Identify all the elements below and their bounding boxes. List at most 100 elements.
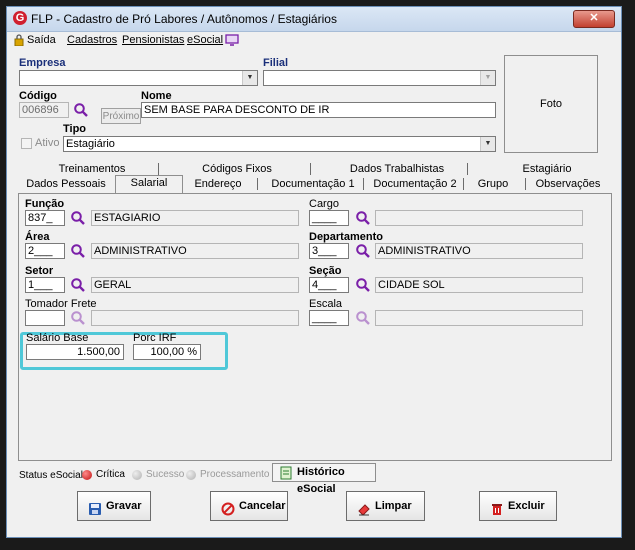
menu-cadastros[interactable]: Cadastros [67,34,117,46]
escala-code-input[interactable]: ____ [309,310,349,326]
codigo-input[interactable]: 006896 [19,102,69,118]
tab-documentacao-2[interactable]: Documentação 2 [373,177,457,191]
close-button[interactable]: ✕ [573,10,615,28]
menu-pensionistas[interactable]: Pensionistas [122,34,184,46]
tab-separator [363,178,364,190]
tab-estagiario[interactable]: Estagiário [507,162,587,176]
search-icon[interactable] [355,243,371,259]
chevron-down-icon: ▼ [242,71,257,85]
menu-esocial[interactable]: eSocial [187,34,223,46]
tipo-value: Estagiário [66,138,115,150]
departamento-code-input[interactable]: 3___ [309,243,349,259]
sucesso-status-indicator [132,470,142,480]
tipo-label: Tipo [63,123,87,135]
app-logo-icon: G [13,11,27,25]
tab-separator [257,178,258,190]
excluir-label: Excluir [508,500,545,512]
search-icon[interactable] [70,210,86,226]
proximo-button[interactable]: Próximo [101,108,141,124]
lock-icon [14,34,24,47]
porc-irf-label: Porc IRF [133,332,177,344]
tipo-select[interactable]: Estagiário ▼ [63,136,496,152]
limpar-label: Limpar [375,500,412,512]
cancel-icon [221,499,235,516]
search-icon[interactable] [355,310,371,326]
tab-separator [463,178,464,190]
tomador-frete-desc [91,310,299,326]
chevron-down-icon: ▼ [480,71,495,85]
tab-separator [525,178,526,190]
cargo-desc [375,210,583,226]
setor-code-input[interactable]: 1___ [25,277,65,293]
gravar-label: Gravar [106,500,142,512]
secao-label: Seção [309,265,342,277]
chevron-down-icon: ▼ [480,137,495,151]
tab-separator [467,163,468,175]
setor-desc: GERAL [91,277,299,293]
nome-label: Nome [141,90,172,102]
porc-irf-input[interactable]: 100,00 % [133,344,201,360]
processamento-status-indicator [186,470,196,480]
tomador-frete-label: Tomador Frete [25,298,97,310]
escala-desc [375,310,583,326]
departamento-label: Departamento [309,231,383,243]
menu-bar: Saída Cadastros Pensionistas eSocial [7,32,621,50]
historico-esocial-button[interactable]: Histórico eSocial [272,463,376,495]
tomador-frete-code-input[interactable] [25,310,65,326]
secao-code-input[interactable]: 4___ [309,277,349,293]
empresa-select[interactable]: ▼ [19,70,258,86]
status-esocial-label: Status eSocial: [19,470,86,481]
cancelar-label: Cancelar [239,500,286,512]
codigo-label: Código [19,90,57,102]
filial-select[interactable]: ▼ [263,70,496,86]
search-icon[interactable] [70,243,86,259]
filial-label: Filial [263,57,289,69]
critica-label: Crítica [96,469,125,480]
departamento-desc: ADMINISTRATIVO [375,243,583,259]
window-title: FLP - Cadastro de Pró Labores / Autônomo… [31,12,337,26]
tab-documentacao-1[interactable]: Documentação 1 [271,177,355,191]
menu-saida[interactable]: Saída [27,34,56,46]
area-code-input[interactable]: 2___ [25,243,65,259]
tab-observacoes[interactable]: Observações [533,177,603,191]
monitor-icon[interactable] [225,34,239,46]
funcao-desc: ESTAGIARIO [91,210,299,226]
limpar-button[interactable]: Limpar [346,491,425,521]
main-window: G FLP - Cadastro de Pró Labores / Autôno… [6,6,622,538]
ativo-checkbox[interactable] [21,138,32,149]
tab-dados-pessoais[interactable]: Dados Pessoais [21,177,111,191]
eraser-icon [357,499,371,516]
search-icon[interactable] [355,210,371,226]
photo-box[interactable]: Foto [504,55,598,153]
tab-codigos-fixos[interactable]: Códigos Fixos [187,162,287,176]
trash-icon [490,499,504,515]
excluir-button[interactable]: Excluir [479,491,557,521]
tab-separator [158,163,159,175]
tab-separator [310,163,311,175]
area-label: Área [25,231,50,243]
tab-salarial[interactable]: Salarial [115,175,183,193]
cargo-code-input[interactable]: ____ [309,210,349,226]
document-icon [279,466,293,480]
search-icon[interactable] [355,277,371,293]
secao-desc: CIDADE SOL [375,277,583,293]
salario-base-label: Salário Base [26,332,89,344]
processamento-label: Processamento [200,469,270,480]
tab-endereco[interactable]: Endereço [187,177,249,191]
funcao-code-input[interactable]: 837_ [25,210,65,226]
tab-treinamentos[interactable]: Treinamentos [57,162,127,176]
search-icon[interactable] [70,277,86,293]
salario-base-input[interactable]: 1.500,00 [26,344,124,360]
escala-label: Escala [309,298,343,310]
sucesso-label: Sucesso [146,469,185,480]
nome-input[interactable]: SEM BASE PARA DESCONTO DE IR [141,102,496,118]
gravar-button[interactable]: Gravar [77,491,151,521]
search-icon[interactable] [73,102,89,118]
tab-dados-trabalhistas[interactable]: Dados Trabalhistas [337,162,457,176]
title-bar: G FLP - Cadastro de Pró Labores / Autôno… [7,7,621,32]
funcao-label: Função [25,198,65,210]
empresa-label: Empresa [19,57,66,69]
search-icon[interactable] [70,310,86,326]
cancelar-button[interactable]: Cancelar [210,491,288,521]
tab-grupo[interactable]: Grupo [469,177,517,191]
